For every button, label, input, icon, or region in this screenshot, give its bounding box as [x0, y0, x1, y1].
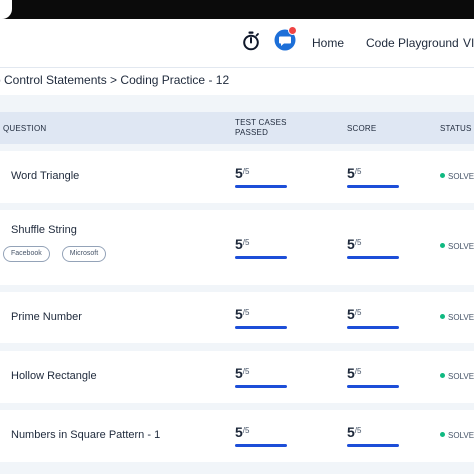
- solved-dot: [440, 243, 445, 248]
- score-value: 5: [347, 365, 355, 381]
- tests-progress-bar: [235, 256, 287, 259]
- score-total: /5: [354, 238, 362, 247]
- score-progress-fill: [347, 444, 399, 447]
- table-header: QUESTION TEST CASES PASSED SCORE STATUS: [0, 112, 474, 144]
- top-navbar: Home Code Playground VI: [0, 19, 474, 68]
- question-title[interactable]: Numbers in Square Pattern - 1: [11, 429, 160, 441]
- header-test-cases: TEST CASES PASSED: [235, 118, 295, 138]
- header-test-cases-line2: PASSED: [235, 128, 269, 137]
- score: 5/5: [347, 424, 361, 442]
- tests-total: /5: [242, 426, 250, 435]
- solved-dot: [440, 314, 445, 319]
- tests-total: /5: [242, 367, 250, 376]
- tests-progress-bar: [235, 185, 287, 188]
- status-badge: SOLVE: [440, 313, 474, 322]
- header-test-cases-line1: TEST CASES: [235, 118, 287, 127]
- corner-notch: [0, 0, 12, 19]
- tests-progress-fill: [235, 326, 287, 329]
- tests-total: /5: [242, 238, 250, 247]
- score-value: 5: [347, 424, 355, 440]
- status-badge: SOLVE: [440, 431, 474, 440]
- score-progress-fill: [347, 256, 399, 259]
- solved-dot: [440, 173, 445, 178]
- tests-value: 5: [235, 424, 243, 440]
- tag-microsoft[interactable]: Microsoft: [61, 246, 107, 262]
- header-question: QUESTION: [3, 124, 47, 133]
- score-value: 5: [347, 306, 355, 322]
- nav-code-playground-link[interactable]: Code Playground: [366, 36, 459, 50]
- table-row[interactable]: Prime Number 5/5 5/5 SOLVE: [0, 292, 474, 343]
- score-total: /5: [354, 167, 362, 176]
- header-score: SCORE: [347, 124, 377, 133]
- score-total: /5: [354, 308, 362, 317]
- nav-truncated-link[interactable]: VI: [463, 36, 474, 50]
- score-progress-bar: [347, 185, 399, 188]
- score: 5/5: [347, 365, 361, 383]
- score-progress-bar: [347, 444, 399, 447]
- tests-value: 5: [235, 236, 243, 252]
- top-black-strip: [0, 0, 474, 19]
- status-badge: SOLVE: [440, 372, 474, 381]
- notification-dot: [288, 26, 297, 35]
- question-title[interactable]: Shuffle String: [11, 224, 77, 236]
- status-text: SOLVE: [448, 313, 474, 322]
- tests-value: 5: [235, 365, 243, 381]
- tests-progress-fill: [235, 385, 287, 388]
- table-row[interactable]: Word Triangle 5/5 5/5 SOLVE: [0, 151, 474, 203]
- score-progress-fill: [347, 385, 399, 388]
- tests-progress-fill: [235, 185, 287, 188]
- stopwatch-icon[interactable]: [242, 31, 260, 56]
- nav-home-link[interactable]: Home: [312, 36, 344, 50]
- breadcrumb-text: p Control Statements > Coding Practice -…: [0, 73, 230, 87]
- header-status: STATUS: [440, 124, 472, 133]
- score-progress-fill: [347, 326, 399, 329]
- tests-total: /5: [242, 308, 250, 317]
- tests-passed: 5/5: [235, 424, 249, 442]
- status-text: SOLVE: [448, 431, 474, 440]
- score-value: 5: [347, 165, 355, 181]
- tests-progress-fill: [235, 444, 287, 447]
- tests-progress-fill: [235, 256, 287, 259]
- score: 5/5: [347, 165, 361, 183]
- table-row[interactable]: Numbers in Square Pattern - 1 5/5 5/5 SO…: [0, 410, 474, 462]
- table-row[interactable]: Shuffle String Facebook Microsoft 5/5 5/…: [0, 210, 474, 285]
- tests-progress-bar: [235, 326, 287, 329]
- tests-progress-bar: [235, 385, 287, 388]
- tests-value: 5: [235, 306, 243, 322]
- company-tags: Facebook Microsoft: [3, 246, 107, 262]
- tests-passed: 5/5: [235, 236, 249, 254]
- status-badge: SOLVE: [440, 172, 474, 181]
- question-title[interactable]: Word Triangle: [11, 170, 79, 182]
- question-title[interactable]: Hollow Rectangle: [11, 370, 97, 382]
- score-progress-bar: [347, 256, 399, 259]
- score-progress-bar: [347, 326, 399, 329]
- score-total: /5: [354, 426, 362, 435]
- score: 5/5: [347, 236, 361, 254]
- score-progress-bar: [347, 385, 399, 388]
- solved-dot: [440, 432, 445, 437]
- table-row[interactable]: Hollow Rectangle 5/5 5/5 SOLVE: [0, 351, 474, 403]
- tests-total: /5: [242, 167, 250, 176]
- tests-value: 5: [235, 165, 243, 181]
- status-text: SOLVE: [448, 172, 474, 181]
- tests-progress-bar: [235, 444, 287, 447]
- status-text: SOLVE: [448, 372, 474, 381]
- status-badge: SOLVE: [440, 242, 474, 251]
- score-total: /5: [354, 367, 362, 376]
- tests-passed: 5/5: [235, 165, 249, 183]
- score: 5/5: [347, 306, 361, 324]
- status-text: SOLVE: [448, 242, 474, 251]
- score-progress-fill: [347, 185, 399, 188]
- question-title[interactable]: Prime Number: [11, 311, 82, 323]
- solved-dot: [440, 373, 445, 378]
- breadcrumb: p Control Statements > Coding Practice -…: [0, 73, 474, 93]
- tag-facebook[interactable]: Facebook: [3, 246, 50, 262]
- score-value: 5: [347, 236, 355, 252]
- tests-passed: 5/5: [235, 365, 249, 383]
- tests-passed: 5/5: [235, 306, 249, 324]
